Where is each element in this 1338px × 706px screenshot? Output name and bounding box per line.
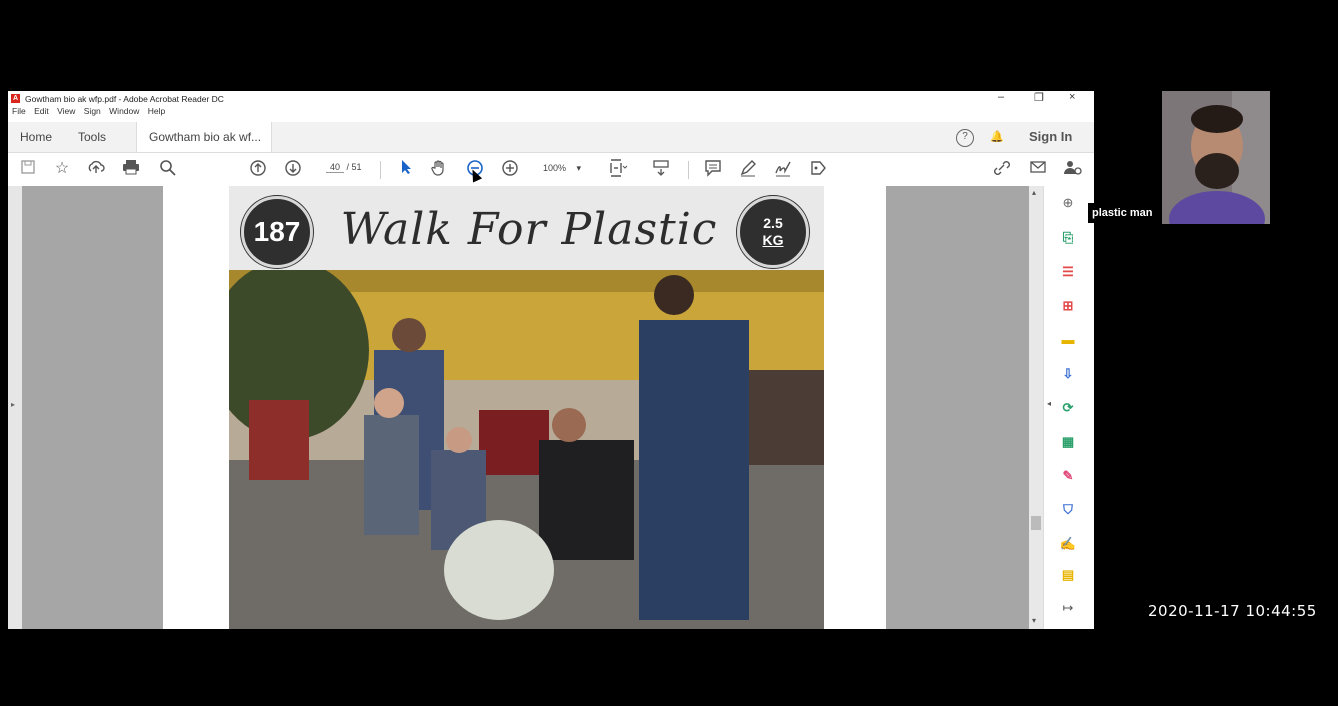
page-separator: / xyxy=(346,162,350,172)
share-tag-icon[interactable] xyxy=(808,159,828,179)
comment-icon[interactable] xyxy=(703,159,723,179)
photo-title: Walk For Plastic xyxy=(340,204,718,255)
participant-name: plastic man xyxy=(1088,203,1162,223)
toolbar-separator xyxy=(380,161,381,179)
scrollbar-thumb[interactable] xyxy=(1031,516,1041,530)
certificate-icon[interactable]: ✍ xyxy=(1059,535,1077,553)
tools-pane: ◂ ⊕ ⎘ ☰ ⊞ ▬ ⇩ ⟳ ▦ ✎ ⛉ ✍ ▤ ↦ xyxy=(1043,186,1094,629)
menu-view[interactable]: View xyxy=(57,106,75,116)
page-number-input[interactable]: 40 xyxy=(326,162,344,173)
weight-value: 2.5 xyxy=(763,215,783,231)
left-panel-toggle[interactable]: ▸ xyxy=(8,186,22,629)
bell-icon[interactable]: 🔔 xyxy=(990,122,1004,152)
count-badge: 187 xyxy=(241,196,313,268)
help-icon[interactable]: ? xyxy=(956,129,974,147)
document-area[interactable]: ▸ 187 Walk For Plastic 2.5 KG xyxy=(8,186,1029,629)
menu-sign[interactable]: Sign xyxy=(84,106,101,116)
close-window-button[interactable]: × xyxy=(1069,91,1075,103)
tab-document[interactable]: Gowtham bio ak wf... × xyxy=(136,122,272,174)
zoom-in-icon[interactable] xyxy=(500,159,520,179)
vertical-scrollbar[interactable]: ▴ ▾ xyxy=(1029,186,1043,629)
restore-button[interactable]: ❐ xyxy=(1034,91,1044,104)
more-tools-icon[interactable]: ▤ xyxy=(1059,566,1077,584)
window-title: Gowtham bio ak wfp.pdf - Adobe Acrobat R… xyxy=(25,94,224,104)
page-fit-icon[interactable] xyxy=(608,159,628,179)
zoom-search-icon[interactable]: ⊕ xyxy=(1059,194,1077,212)
tab-document-label: Gowtham bio ak wf... xyxy=(149,130,262,144)
participant-avatar xyxy=(1162,91,1270,224)
minimize-button[interactable]: – xyxy=(998,91,1004,103)
export-pdf-icon[interactable]: ⎘ xyxy=(1059,229,1077,247)
sign-icon[interactable] xyxy=(773,159,793,179)
arrow-down-circle-icon[interactable] xyxy=(283,159,303,179)
page-photo: 187 Walk For Plastic 2.5 KG xyxy=(229,186,824,629)
sign-in-button[interactable]: Sign In xyxy=(1029,122,1072,152)
zoom-value: 100% xyxy=(543,163,567,173)
menu-bar: File Edit View Sign Window Help xyxy=(8,106,1094,120)
pdf-page: 187 Walk For Plastic 2.5 KG xyxy=(163,186,886,629)
photo-header: 187 Walk For Plastic 2.5 KG xyxy=(229,186,824,270)
arrow-up-circle-icon[interactable] xyxy=(248,159,268,179)
menu-file[interactable]: File xyxy=(12,106,26,116)
scan-icon[interactable]: ▦ xyxy=(1059,433,1077,451)
title-bar: A Gowtham bio ak wfp.pdf - Adobe Acrobat… xyxy=(8,91,1094,106)
toolbar-separator xyxy=(688,161,689,179)
tab-bar: Home Tools Gowtham bio ak wf... × ? 🔔 Si… xyxy=(8,122,1094,174)
zoom-select[interactable]: 100% ▾ xyxy=(543,163,581,174)
scroll-down-icon[interactable]: ▾ xyxy=(1032,616,1036,625)
save-icon[interactable] xyxy=(18,159,38,179)
toolbar: ☆ 40 / 51 100% ▾ xyxy=(8,153,1094,187)
add-user-icon[interactable] xyxy=(1063,159,1083,179)
tab-home[interactable]: Home xyxy=(20,122,52,152)
chevron-right-icon: ▸ xyxy=(11,400,16,409)
highlight-icon[interactable] xyxy=(738,159,758,179)
recording-timestamp: 2020-11-17 10:44:55 xyxy=(1148,602,1317,620)
acrobat-icon: A xyxy=(11,94,20,103)
create-pdf-icon[interactable]: ⊞ xyxy=(1059,297,1077,315)
scroll-up-icon[interactable]: ▴ xyxy=(1032,188,1036,197)
page-indicator: 40 / 51 xyxy=(326,162,362,173)
weight-badge: 2.5 KG xyxy=(737,196,809,268)
total-pages: 51 xyxy=(351,162,362,172)
participant-video xyxy=(1162,91,1270,224)
protect-icon[interactable]: ⛉ xyxy=(1059,501,1077,519)
menu-window[interactable]: Window xyxy=(109,106,139,116)
search-icon[interactable] xyxy=(158,159,178,179)
send-review-icon[interactable]: ⇩ xyxy=(1059,365,1077,383)
email-icon[interactable] xyxy=(1028,159,1048,179)
comment-tool-icon[interactable]: ▬ xyxy=(1059,331,1077,349)
hand-icon[interactable] xyxy=(429,159,449,179)
tab-tools[interactable]: Tools xyxy=(78,122,106,152)
fill-sign-icon[interactable]: ✎ xyxy=(1059,467,1077,485)
link-icon[interactable] xyxy=(992,159,1012,179)
weight-unit: KG xyxy=(762,232,784,248)
star-icon[interactable]: ☆ xyxy=(52,159,72,179)
scroll-mode-icon[interactable] xyxy=(651,159,671,179)
cloud-upload-icon[interactable] xyxy=(86,159,106,179)
cursor-icon[interactable] xyxy=(396,159,416,179)
menu-help[interactable]: Help xyxy=(148,106,165,116)
group-photo xyxy=(229,270,824,629)
expand-pane-icon[interactable]: ↦ xyxy=(1059,599,1077,617)
chevron-down-icon: ▾ xyxy=(576,163,582,173)
menu-edit[interactable]: Edit xyxy=(34,106,49,116)
acrobat-window: A Gowtham bio ak wfp.pdf - Adobe Acrobat… xyxy=(8,91,1094,629)
compare-icon[interactable]: ⟳ xyxy=(1059,399,1077,417)
collapse-pane-icon[interactable]: ◂ xyxy=(1047,399,1051,408)
organize-pages-icon[interactable]: ☰ xyxy=(1059,263,1077,281)
print-icon[interactable] xyxy=(121,159,141,179)
